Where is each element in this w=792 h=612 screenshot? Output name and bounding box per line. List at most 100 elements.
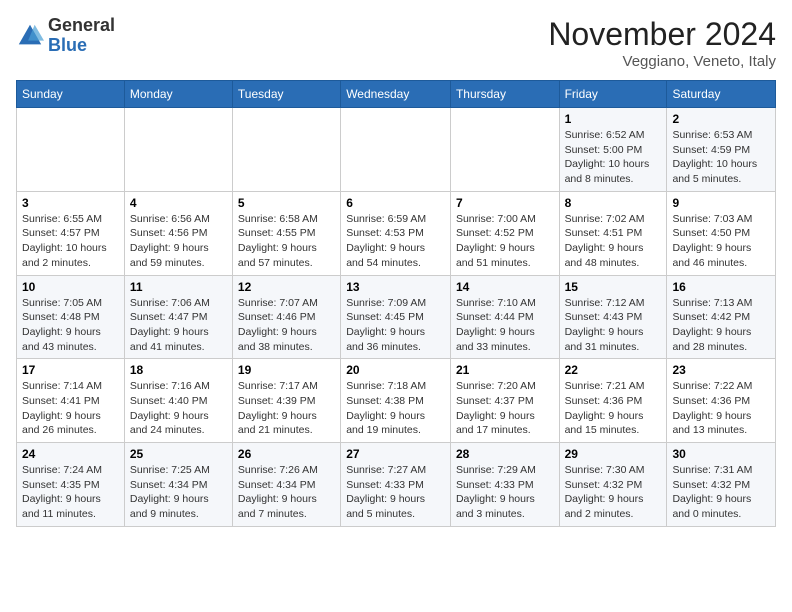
- calendar-day-29: 29 Sunrise: 7:30 AM Sunset: 4:32 PM Dayli…: [559, 443, 667, 527]
- day-number: 30: [672, 447, 770, 461]
- day-number: 17: [22, 363, 119, 377]
- day-info: Sunrise: 7:21 AM Sunset: 4:36 PM Dayligh…: [565, 379, 662, 438]
- day-info: Sunrise: 7:22 AM Sunset: 4:36 PM Dayligh…: [672, 379, 770, 438]
- day-number: 2: [672, 112, 770, 126]
- calendar-day-18: 18Sunrise: 7:16 AM Sunset: 4:40 PM Dayli…: [124, 359, 232, 443]
- day-info: Sunrise: 6:53 AM Sunset: 4:59 PM Dayligh…: [672, 128, 770, 187]
- day-info: Sunrise: 6:59 AM Sunset: 4:53 PM Dayligh…: [346, 212, 445, 271]
- calendar-day-20: 20 Sunrise: 7:18 AM Sunset: 4:38 PM Dayli…: [341, 359, 451, 443]
- logo: General Blue: [16, 16, 115, 56]
- day-info: Sunrise: 6:56 AM Sunset: 4:56 PM Dayligh…: [130, 212, 227, 271]
- location-title: Veggiano, Veneto, Italy: [548, 53, 776, 70]
- calendar-day-2: 2 Sunrise: 6:53 AM Sunset: 4:59 PM Daylig…: [667, 108, 776, 192]
- day-info: Sunrise: 7:18 AM Sunset: 4:38 PM Dayligh…: [346, 379, 445, 438]
- day-number: 28: [456, 447, 554, 461]
- calendar-day-27: 27 Sunrise: 7:27 AM Sunset: 4:33 PM Dayli…: [341, 443, 451, 527]
- header: General Blue November 2024 Veggiano, Ven…: [16, 16, 776, 70]
- day-info: Sunrise: 7:03 AM Sunset: 4:50 PM Dayligh…: [672, 212, 770, 271]
- calendar-week-row: 1 Sunrise: 6:52 AM Sunset: 5:00 PM Daylig…: [17, 108, 776, 192]
- calendar-day-7: 7 Sunrise: 7:00 AM Sunset: 4:52 PM Daylig…: [450, 191, 559, 275]
- day-number: 19: [238, 363, 335, 377]
- day-number: 5: [238, 196, 335, 210]
- day-number: 13: [346, 280, 445, 294]
- calendar-week-row: 17 Sunrise: 7:14 AM Sunset: 4:41 PM Dayli…: [17, 359, 776, 443]
- day-number: 1: [565, 112, 662, 126]
- calendar-day-24: 24Sunrise: 7:24 AM Sunset: 4:35 PM Dayli…: [17, 443, 125, 527]
- day-info: Sunrise: 7:26 AM Sunset: 4:34 PM Dayligh…: [238, 463, 335, 522]
- day-info: Sunrise: 7:07 AM Sunset: 4:46 PM Dayligh…: [238, 296, 335, 355]
- day-number: 14: [456, 280, 554, 294]
- day-number: 8: [565, 196, 662, 210]
- calendar-week-row: 10 Sunrise: 7:05 AM Sunset: 4:48 PM Dayli…: [17, 275, 776, 359]
- header-monday: Monday: [124, 81, 232, 108]
- day-info: Sunrise: 7:12 AM Sunset: 4:43 PM Dayligh…: [565, 296, 662, 355]
- calendar-day-28: 28 Sunrise: 7:29 AM Sunset: 4:33 PM Dayli…: [450, 443, 559, 527]
- day-number: 11: [130, 280, 227, 294]
- calendar-day-19: 19 Sunrise: 7:17 AM Sunset: 4:39 PM Dayli…: [232, 359, 340, 443]
- calendar-day-13: 13 Sunrise: 7:09 AM Sunset: 4:45 PM Dayli…: [341, 275, 451, 359]
- day-info: Sunrise: 7:05 AM Sunset: 4:48 PM Dayligh…: [22, 296, 119, 355]
- header-thursday: Thursday: [450, 81, 559, 108]
- day-number: 7: [456, 196, 554, 210]
- day-number: 29: [565, 447, 662, 461]
- header-sunday: Sunday: [17, 81, 125, 108]
- day-info: Sunrise: 7:06 AM Sunset: 4:47 PM Dayligh…: [130, 296, 227, 355]
- calendar-day-9: 9Sunrise: 7:03 AM Sunset: 4:50 PM Daylig…: [667, 191, 776, 275]
- logo-blue-text: Blue: [48, 35, 87, 55]
- day-number: 15: [565, 280, 662, 294]
- day-info: Sunrise: 6:55 AM Sunset: 4:57 PM Dayligh…: [22, 212, 119, 271]
- logo-general-text: General: [48, 15, 115, 35]
- day-info: Sunrise: 7:27 AM Sunset: 4:33 PM Dayligh…: [346, 463, 445, 522]
- calendar-header-row: SundayMondayTuesdayWednesdayThursdayFrid…: [17, 81, 776, 108]
- day-number: 4: [130, 196, 227, 210]
- calendar-empty-cell: [124, 108, 232, 192]
- calendar-day-12: 12Sunrise: 7:07 AM Sunset: 4:46 PM Dayli…: [232, 275, 340, 359]
- calendar-day-17: 17 Sunrise: 7:14 AM Sunset: 4:41 PM Dayli…: [17, 359, 125, 443]
- day-info: Sunrise: 7:09 AM Sunset: 4:45 PM Dayligh…: [346, 296, 445, 355]
- day-number: 27: [346, 447, 445, 461]
- day-number: 26: [238, 447, 335, 461]
- day-info: Sunrise: 7:02 AM Sunset: 4:51 PM Dayligh…: [565, 212, 662, 271]
- day-number: 18: [130, 363, 227, 377]
- day-info: Sunrise: 6:58 AM Sunset: 4:55 PM Dayligh…: [238, 212, 335, 271]
- header-friday: Friday: [559, 81, 667, 108]
- calendar-day-10: 10 Sunrise: 7:05 AM Sunset: 4:48 PM Dayli…: [17, 275, 125, 359]
- day-info: Sunrise: 7:13 AM Sunset: 4:42 PM Dayligh…: [672, 296, 770, 355]
- calendar-day-16: 16 Sunrise: 7:13 AM Sunset: 4:42 PM Dayli…: [667, 275, 776, 359]
- calendar-day-23: 23Sunrise: 7:22 AM Sunset: 4:36 PM Dayli…: [667, 359, 776, 443]
- day-info: Sunrise: 7:10 AM Sunset: 4:44 PM Dayligh…: [456, 296, 554, 355]
- calendar-table: SundayMondayTuesdayWednesdayThursdayFrid…: [16, 80, 776, 527]
- day-info: Sunrise: 7:31 AM Sunset: 4:32 PM Dayligh…: [672, 463, 770, 522]
- calendar-day-26: 26 Sunrise: 7:26 AM Sunset: 4:34 PM Dayli…: [232, 443, 340, 527]
- day-number: 3: [22, 196, 119, 210]
- day-info: Sunrise: 7:25 AM Sunset: 4:34 PM Dayligh…: [130, 463, 227, 522]
- calendar-day-25: 25Sunrise: 7:25 AM Sunset: 4:34 PM Dayli…: [124, 443, 232, 527]
- header-saturday: Saturday: [667, 81, 776, 108]
- day-info: Sunrise: 7:30 AM Sunset: 4:32 PM Dayligh…: [565, 463, 662, 522]
- day-number: 6: [346, 196, 445, 210]
- day-number: 22: [565, 363, 662, 377]
- logo-icon: [16, 22, 44, 50]
- title-area: November 2024 Veggiano, Veneto, Italy: [548, 16, 776, 70]
- calendar-day-22: 22 Sunrise: 7:21 AM Sunset: 4:36 PM Dayli…: [559, 359, 667, 443]
- day-info: Sunrise: 7:29 AM Sunset: 4:33 PM Dayligh…: [456, 463, 554, 522]
- day-number: 20: [346, 363, 445, 377]
- day-info: Sunrise: 6:52 AM Sunset: 5:00 PM Dayligh…: [565, 128, 662, 187]
- day-info: Sunrise: 7:17 AM Sunset: 4:39 PM Dayligh…: [238, 379, 335, 438]
- calendar-day-8: 8 Sunrise: 7:02 AM Sunset: 4:51 PM Daylig…: [559, 191, 667, 275]
- day-info: Sunrise: 7:00 AM Sunset: 4:52 PM Dayligh…: [456, 212, 554, 271]
- calendar-day-6: 6 Sunrise: 6:59 AM Sunset: 4:53 PM Daylig…: [341, 191, 451, 275]
- day-number: 10: [22, 280, 119, 294]
- calendar-week-row: 3 Sunrise: 6:55 AM Sunset: 4:57 PM Daylig…: [17, 191, 776, 275]
- calendar-empty-cell: [341, 108, 451, 192]
- calendar-day-21: 21Sunrise: 7:20 AM Sunset: 4:37 PM Dayli…: [450, 359, 559, 443]
- header-wednesday: Wednesday: [341, 81, 451, 108]
- calendar-day-11: 11 Sunrise: 7:06 AM Sunset: 4:47 PM Dayli…: [124, 275, 232, 359]
- calendar-day-30: 30 Sunrise: 7:31 AM Sunset: 4:32 PM Dayli…: [667, 443, 776, 527]
- calendar-day-3: 3 Sunrise: 6:55 AM Sunset: 4:57 PM Daylig…: [17, 191, 125, 275]
- day-number: 24: [22, 447, 119, 461]
- month-title: November 2024: [548, 16, 776, 53]
- day-info: Sunrise: 7:14 AM Sunset: 4:41 PM Dayligh…: [22, 379, 119, 438]
- day-number: 16: [672, 280, 770, 294]
- calendar-week-row: 24Sunrise: 7:24 AM Sunset: 4:35 PM Dayli…: [17, 443, 776, 527]
